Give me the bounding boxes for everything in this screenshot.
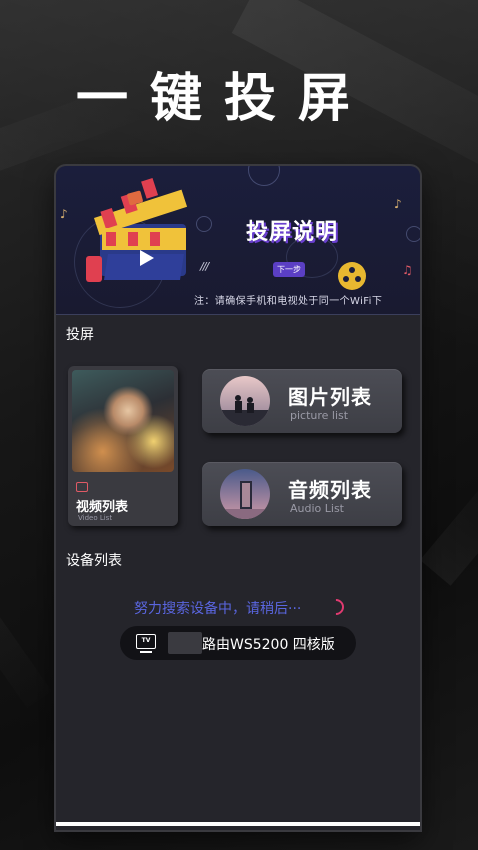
audio-list-title: 音频列表: [288, 478, 372, 502]
device-item[interactable]: TV 路由WS5200 四核版: [120, 626, 356, 660]
device-name: 路由WS5200 四核版: [202, 637, 335, 653]
next-step-button[interactable]: 下一步: [273, 262, 305, 277]
svg-text:♪: ♪: [60, 207, 68, 221]
home-indicator: [56, 822, 420, 826]
video-list-title: 视频列表: [76, 500, 129, 515]
picture-list-card[interactable]: 图片列表 picture list: [202, 369, 402, 433]
audio-list-card[interactable]: 音频列表 Audio List: [202, 462, 402, 526]
film-reel-icon: [338, 262, 366, 290]
page-headline: 一键投屏: [76, 69, 373, 129]
tv-icon: TV: [136, 634, 156, 649]
background-stripe: [420, 468, 478, 586]
video-thumbnail: [72, 370, 174, 472]
video-icon: [76, 482, 88, 492]
svg-text:♪: ♪: [394, 197, 402, 211]
redacted-block: [168, 632, 202, 654]
audio-avatar: [220, 469, 270, 519]
tv-stand: [140, 651, 152, 653]
svg-text:♫: ♫: [402, 263, 413, 277]
picture-list-title: 图片列表: [288, 385, 372, 409]
banner-note: 注：请确保手机和电视处于同一个WiFi下: [194, 296, 383, 307]
picture-avatar: [220, 376, 270, 426]
device-section-label: 设备列表: [66, 553, 122, 569]
instruction-banner[interactable]: ♪ ♪ ♫ /// 投屏说明 下一步 注：请确保手机和电视处于同一个WiFi下: [56, 166, 420, 315]
banner-title: 投屏说明: [246, 220, 339, 245]
search-status: 努力搜索设备中，请稍后···: [134, 601, 302, 617]
video-list-subtitle: Video List: [78, 514, 113, 522]
audio-list-subtitle: Audio List: [290, 502, 344, 515]
video-list-card[interactable]: 视频列表 Video List: [68, 366, 178, 526]
app-screen: ♪ ♪ ♫ /// 投屏说明 下一步 注：请确保手机和电视处于同一个WiFi下 …: [56, 166, 420, 830]
loading-spinner-icon: [324, 595, 348, 619]
decor-slashes: ///: [200, 260, 209, 273]
background-stripe: [0, 560, 52, 709]
cast-section-label: 投屏: [66, 327, 94, 343]
picture-list-subtitle: picture list: [290, 409, 349, 422]
